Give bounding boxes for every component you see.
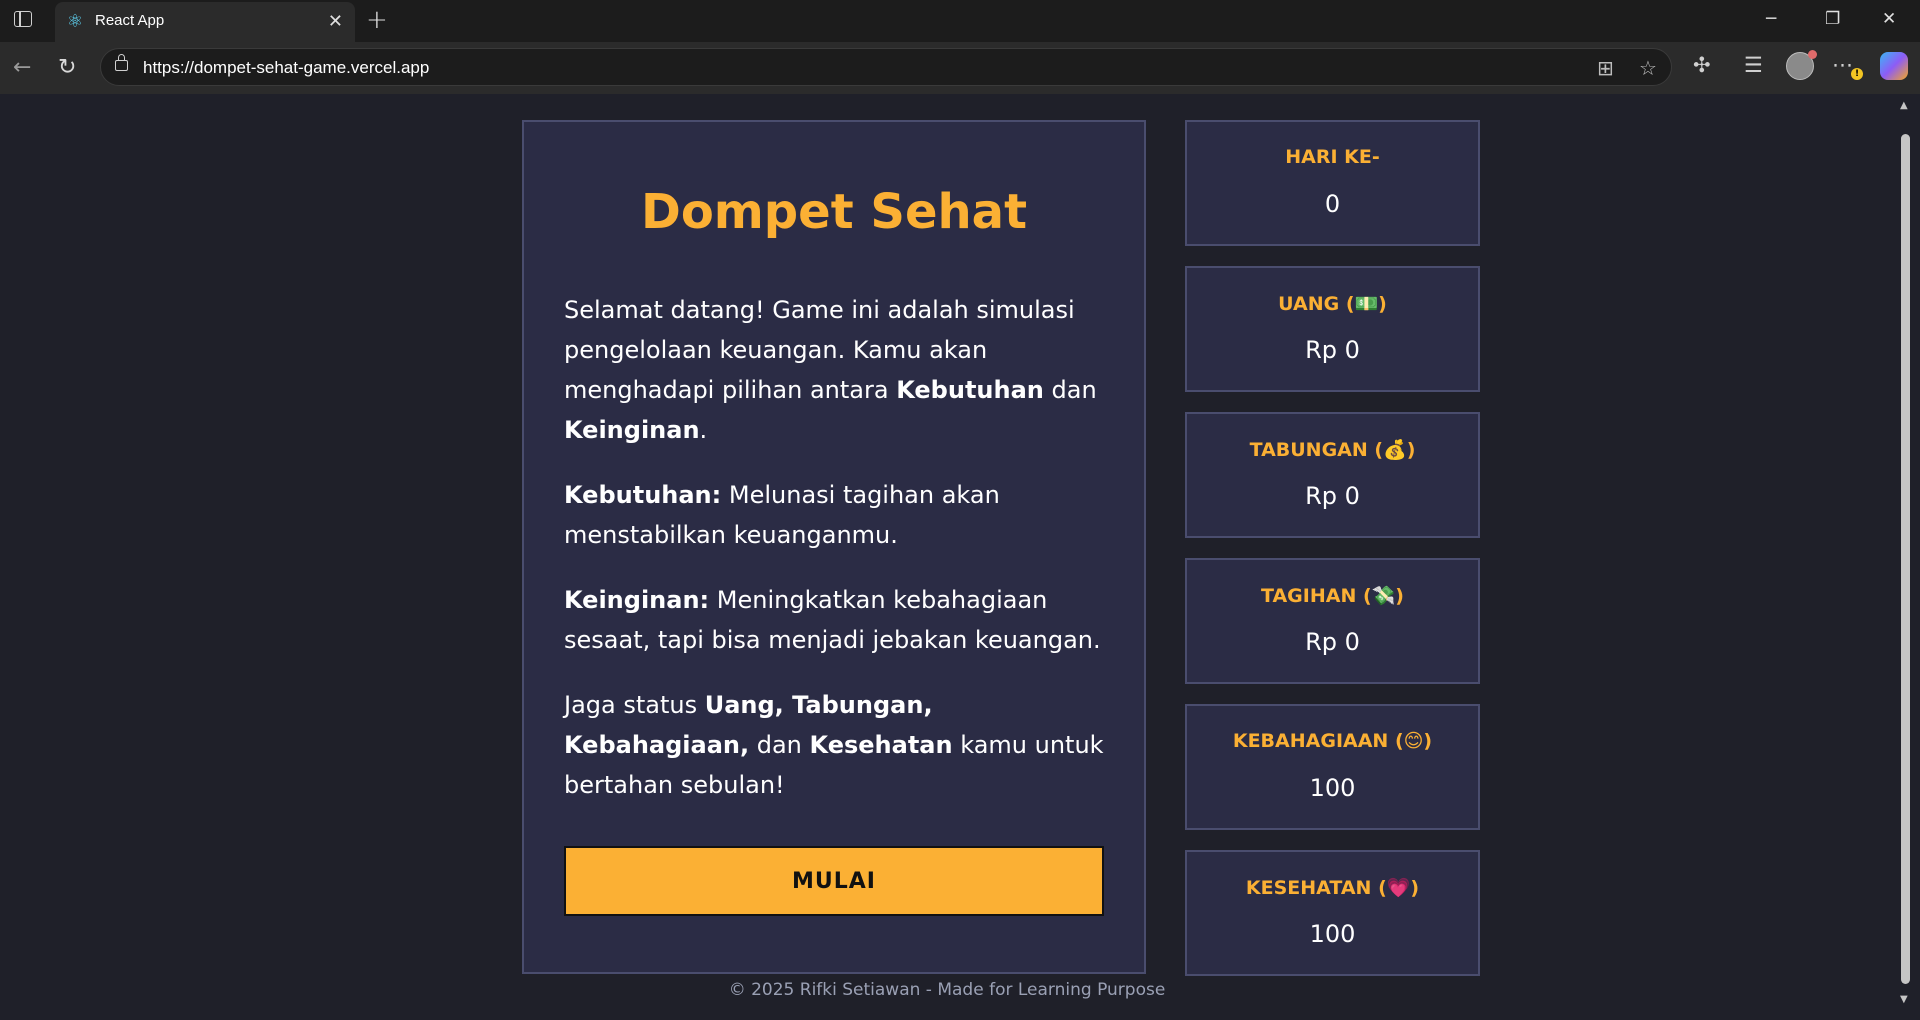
stat-label: TABUNGAN (💰) (1249, 439, 1416, 461)
react-logo-icon: ⚛ (66, 11, 84, 32)
footer: © 2025 Rifki Setiawan - Made for Learnin… (0, 980, 1900, 1000)
tab-title: React App (95, 12, 165, 29)
profile-avatar[interactable] (1786, 50, 1817, 80)
extensions-icon[interactable]: ✣ (1693, 53, 1711, 77)
scroll-down-icon[interactable]: ▼ (1900, 994, 1908, 1005)
app-available-icon[interactable]: ⊞ (1597, 56, 1614, 80)
close-tab-icon[interactable]: ✕ (328, 11, 343, 32)
intro-paragraph-welcome: Selamat datang! Game ini adalah simulasi… (564, 296, 1097, 444)
intro-text: Selamat datang! Game ini adalah simulasi… (564, 290, 1114, 830)
stat-card-happiness: KEBAHAGIAAN (😊) 100 (1185, 704, 1480, 830)
title-bar: ⚛ React App ✕ + ─ ❐ ✕ (0, 0, 1920, 42)
url-text[interactable]: https://dompet-sehat-game.vercel.app (143, 58, 429, 78)
scroll-up-icon[interactable]: ▲ (1900, 100, 1908, 111)
minimize-icon[interactable]: ─ (1766, 9, 1776, 29)
tab-actions-icon[interactable] (14, 11, 32, 27)
intro-panel: Dompet Sehat Selamat datang! Game ini ad… (522, 120, 1146, 974)
intro-paragraph-keinginan: Keinginan: Meningkatkan kebahagiaan sesa… (564, 586, 1101, 654)
stat-card-savings: TABUNGAN (💰) Rp 0 (1185, 412, 1480, 538)
scrollbar[interactable]: ▲ ▼ (1897, 94, 1914, 1014)
stat-label: TAGIHAN (💸) (1260, 585, 1404, 607)
address-bar[interactable]: https://dompet-sehat-game.vercel.app ⊞ ☆ (100, 48, 1672, 86)
favorite-star-icon[interactable]: ☆ (1639, 56, 1657, 80)
tab-active[interactable]: ⚛ React App ✕ (55, 2, 355, 42)
intro-paragraph-status: Jaga status Uang, Tabungan, Kebahagiaan,… (564, 691, 1104, 799)
stat-value: 100 (1309, 920, 1356, 948)
more-menu-icon[interactable]: ⋯ (1832, 53, 1853, 77)
scroll-thumb[interactable] (1901, 134, 1910, 984)
stat-value: Rp 0 (1305, 628, 1360, 656)
stat-card-health: KESEHATAN (💗) 100 (1185, 850, 1480, 976)
stat-value: Rp 0 (1305, 482, 1360, 510)
stat-label: KEBAHAGIAAN (😊) (1232, 730, 1433, 752)
restore-icon[interactable]: ❐ (1825, 9, 1840, 29)
game-title: Dompet Sehat (640, 184, 1028, 240)
stat-label: KESEHATAN (💗) (1245, 877, 1420, 899)
stat-card-money: UANG (💵) Rp 0 (1185, 266, 1480, 392)
stat-value: 0 (1324, 190, 1341, 218)
stat-value: 100 (1309, 774, 1356, 802)
reload-icon[interactable]: ↻ (58, 55, 76, 80)
intro-paragraph-kebutuhan: Kebutuhan: Melunasi tagihan akan menstab… (564, 481, 1000, 549)
stat-card-bills: TAGIHAN (💸) Rp 0 (1185, 558, 1480, 684)
warning-badge-icon: ! (1851, 68, 1863, 80)
back-icon[interactable]: ← (13, 55, 31, 80)
favorites-icon[interactable]: ☰ (1744, 53, 1763, 77)
close-window-icon[interactable]: ✕ (1882, 9, 1896, 29)
stat-label: UANG (💵) (1278, 293, 1387, 315)
lock-icon[interactable] (115, 54, 128, 71)
copilot-icon[interactable] (1880, 52, 1908, 80)
footer-text: © 2025 Rifki Setiawan - Made for Learnin… (728, 980, 1166, 1000)
start-button[interactable]: MULAI (564, 846, 1104, 916)
browser-toolbar: ← ↻ https://dompet-sehat-game.vercel.app… (0, 42, 1920, 94)
stat-label: HARI KE- (1285, 146, 1380, 168)
new-tab-icon[interactable]: + (366, 5, 388, 35)
stat-value: Rp 0 (1305, 336, 1360, 364)
stat-card-day: HARI KE- 0 (1185, 120, 1480, 246)
